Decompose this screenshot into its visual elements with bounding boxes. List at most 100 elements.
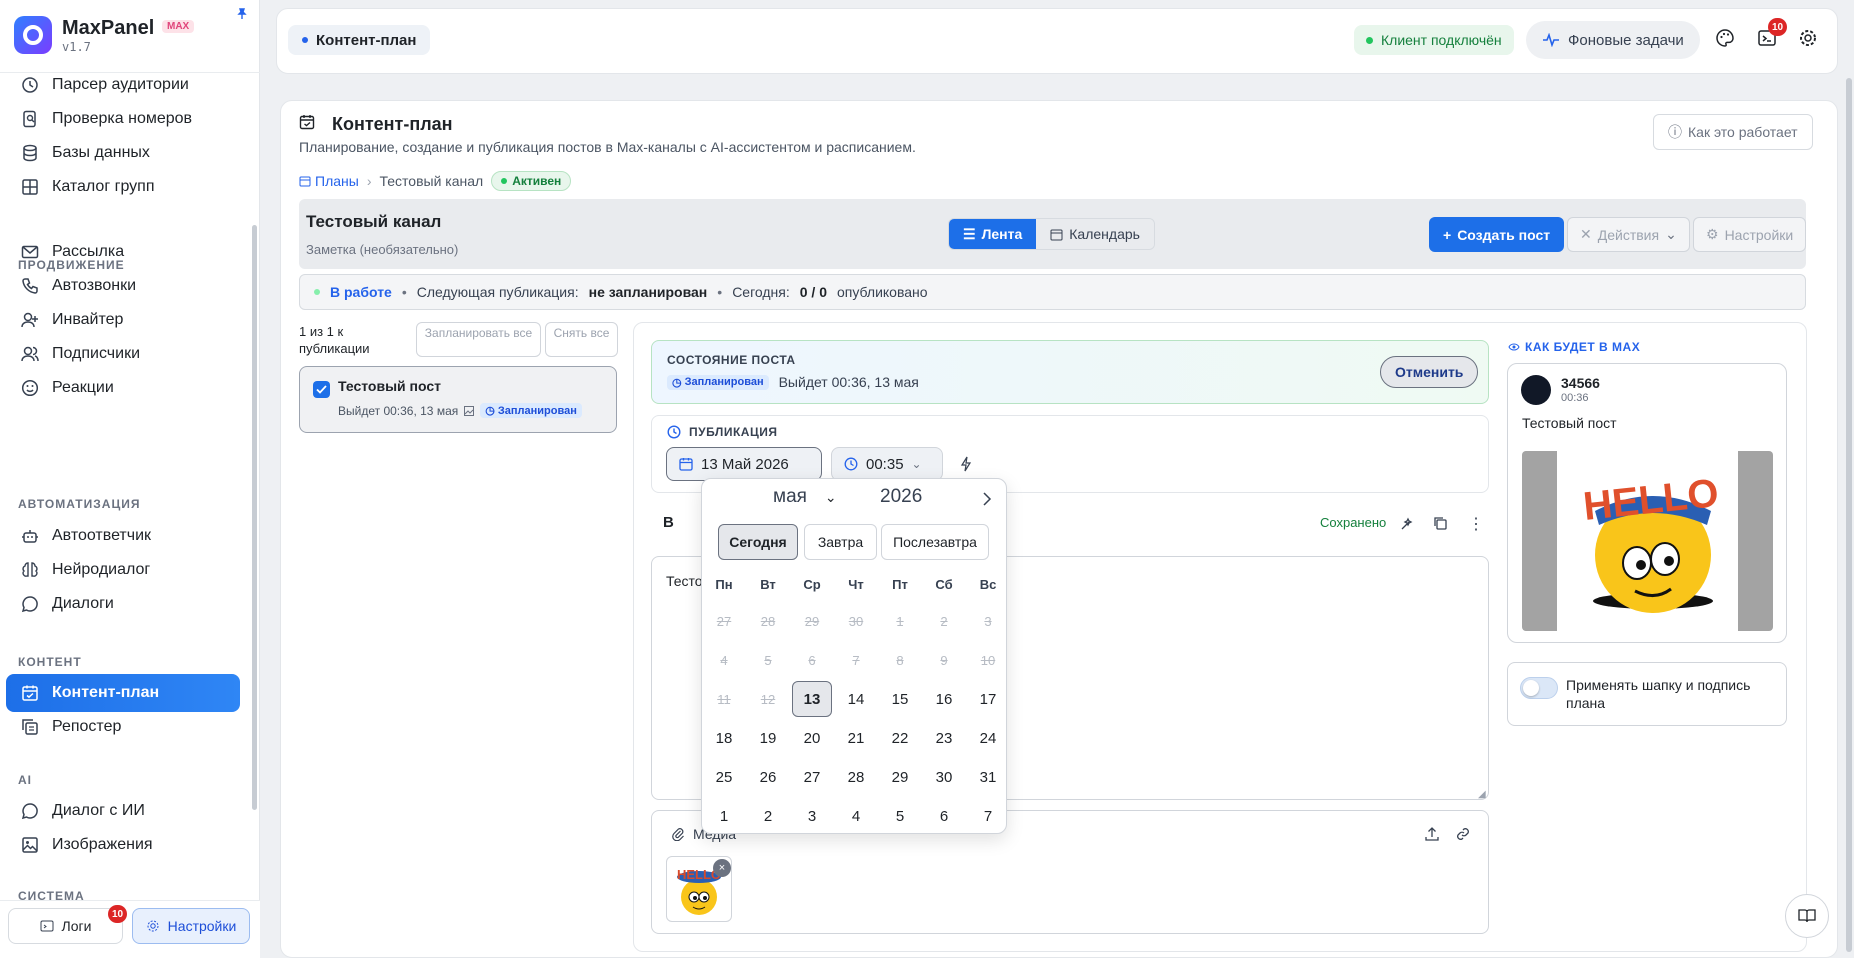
sidebar-item-image[interactable]: Изображения <box>6 826 240 864</box>
how-it-works-button[interactable]: ⓘ Как это работает <box>1653 114 1813 150</box>
date-picker-input[interactable]: 13 Май 2026 <box>666 447 822 481</box>
sidebar-item-brain[interactable]: Нейродиалог <box>6 551 240 589</box>
quick-date-button[interactable]: Сегодня <box>718 524 798 560</box>
quick-date-button[interactable]: Завтра <box>804 524 877 560</box>
sidebar-item-users[interactable]: Подписчики <box>6 335 240 373</box>
upload-icon[interactable] <box>1424 826 1440 842</box>
remove-media-icon[interactable]: × <box>713 859 731 877</box>
sidebar-item-copy[interactable]: Репостер <box>6 708 240 746</box>
link-icon[interactable] <box>1455 826 1471 842</box>
background-tasks-button[interactable]: Фоновые задачи <box>1526 21 1700 59</box>
sidebar-item-phone[interactable]: Автозвонки <box>6 267 240 305</box>
sidebar-item-chat[interactable]: Диалог с ИИ <box>6 792 240 830</box>
channel-name[interactable]: Тестовый канал <box>306 212 441 232</box>
calendar-day: 11 <box>717 691 731 707</box>
sidebar-item-chat[interactable]: Диалоги <box>6 585 240 623</box>
calendar-day[interactable]: 28 <box>836 759 876 795</box>
calendar-day[interactable]: 26 <box>748 759 788 795</box>
year-value[interactable]: 2026 <box>880 486 922 508</box>
resize-handle-icon[interactable]: ◢ <box>1478 789 1486 800</box>
calendar-day[interactable]: 30 <box>924 759 964 795</box>
calendar-day[interactable]: 14 <box>836 681 876 717</box>
calendar-day[interactable]: 21 <box>836 720 876 756</box>
calendar-day[interactable]: 7 <box>968 798 1008 834</box>
sidebar-item-database[interactable]: Базы данных <box>6 134 240 172</box>
calendar-day[interactable]: 25 <box>704 759 744 795</box>
calendar-day[interactable]: 17 <box>968 681 1008 717</box>
post-checkbox[interactable] <box>313 381 330 398</box>
calendar-day[interactable]: 2 <box>748 798 788 834</box>
calendar-day[interactable]: 22 <box>880 720 920 756</box>
calendar-day[interactable]: 31 <box>968 759 1008 795</box>
palette-icon[interactable] <box>1715 28 1737 50</box>
sidebar-item-smile[interactable]: Реакции <box>6 369 240 407</box>
sidebar-item-phone-search[interactable]: Проверка номеров <box>6 100 240 138</box>
tab-content-plan[interactable]: Контент-план <box>288 25 431 55</box>
calendar-day[interactable]: 19 <box>748 720 788 756</box>
published-label: опубликовано <box>836 284 928 300</box>
duplicate-icon[interactable] <box>1433 516 1448 531</box>
magic-icon[interactable] <box>1399 516 1415 532</box>
pin-icon[interactable] <box>236 8 248 20</box>
bold-button[interactable]: B <box>663 514 674 531</box>
post-text: Тесто <box>666 573 703 589</box>
logs-button[interactable]: Логи <box>8 908 123 944</box>
page-title: Контент-план <box>332 114 453 134</box>
calendar-check-icon <box>299 114 315 130</box>
more-vertical-icon[interactable]: ⋮ <box>1468 514 1484 534</box>
quick-date-button[interactable]: Послезавтра <box>881 524 989 560</box>
calendar-day[interactable]: 3 <box>792 798 832 834</box>
calendar-day[interactable]: 27 <box>792 759 832 795</box>
schedule-all-button[interactable]: Запланировать все <box>416 322 541 357</box>
breadcrumb-plans[interactable]: Планы <box>299 173 359 189</box>
settings-button[interactable]: Настройки <box>132 908 250 944</box>
sidebar-item-user-plus[interactable]: Инвайтер <box>6 301 240 339</box>
post-state-line: ◷ Запланирован Выйдет 00:36, 13 мая <box>667 374 919 390</box>
calendar-day[interactable]: 15 <box>880 681 920 717</box>
gear-icon: ⚙ <box>1706 226 1719 242</box>
sidebar-item-grid[interactable]: Каталог групп <box>6 168 240 206</box>
channel-note-input[interactable]: Заметка (необязательно) <box>306 242 458 257</box>
sidebar-item-mail[interactable]: Рассылка <box>6 233 240 271</box>
post-list-item[interactable] <box>299 366 617 433</box>
calendar-day: 5 <box>764 652 772 668</box>
calendar-day[interactable]: 29 <box>880 759 920 795</box>
calendar-day[interactable]: 4 <box>836 798 876 834</box>
paperclip-icon <box>671 827 685 841</box>
calendar-day[interactable]: 1 <box>704 798 744 834</box>
gear-icon[interactable] <box>1798 28 1820 50</box>
sidebar-item-label: Базы данных <box>52 144 150 161</box>
lightning-icon[interactable] <box>960 456 972 472</box>
cancel-schedule-button[interactable]: Отменить <box>1380 356 1479 388</box>
calendar-day[interactable]: 6 <box>924 798 964 834</box>
next-month-icon[interactable] <box>982 492 992 506</box>
sidebar-scrollbar[interactable] <box>252 225 257 810</box>
post-state-title: СОСТОЯНИЕ ПОСТА <box>667 353 796 367</box>
actions-button[interactable]: ✕ Действия ⌄ <box>1567 217 1690 252</box>
calendar-day: 1 <box>896 613 904 629</box>
calendar-day[interactable]: 20 <box>792 720 832 756</box>
view-feed-button[interactable]: ☰ Лента <box>949 219 1037 249</box>
sidebar-item-bot[interactable]: Автоответчик <box>6 517 240 555</box>
view-calendar-button[interactable]: Календарь <box>1036 219 1154 249</box>
preview-channel-name: 34566 <box>1561 375 1600 391</box>
calendar-day[interactable]: 18 <box>704 720 744 756</box>
calendar-day[interactable]: 13 <box>792 681 832 717</box>
calendar-day[interactable]: 23 <box>924 720 964 756</box>
background-tasks-label: Фоновые задачи <box>1568 31 1684 49</box>
page-scrollbar[interactable] <box>1846 78 1852 952</box>
calendar-day[interactable]: 16 <box>924 681 964 717</box>
create-post-button[interactable]: + Создать пост <box>1429 217 1565 252</box>
month-select[interactable]: мая ⌄ <box>773 486 837 508</box>
docs-button[interactable] <box>1785 894 1829 938</box>
unmark-all-button[interactable]: Снять все <box>545 322 618 357</box>
time-picker-input[interactable]: 00:35 ⌄ <box>831 447 943 481</box>
channel-settings-button[interactable]: ⚙ Настройки <box>1693 217 1807 252</box>
calendar-day[interactable]: 24 <box>968 720 1008 756</box>
publication-title: ПУБЛИКАЦИЯ <box>689 425 778 439</box>
next-pub-label: Следующая публикация: <box>416 284 579 300</box>
sidebar-item-calendar-check[interactable]: Контент-план <box>6 674 240 712</box>
channel-settings-label: Настройки <box>1724 226 1794 243</box>
sidebar-item-history[interactable]: Парсер аудитории <box>6 66 240 104</box>
calendar-day[interactable]: 5 <box>880 798 920 834</box>
